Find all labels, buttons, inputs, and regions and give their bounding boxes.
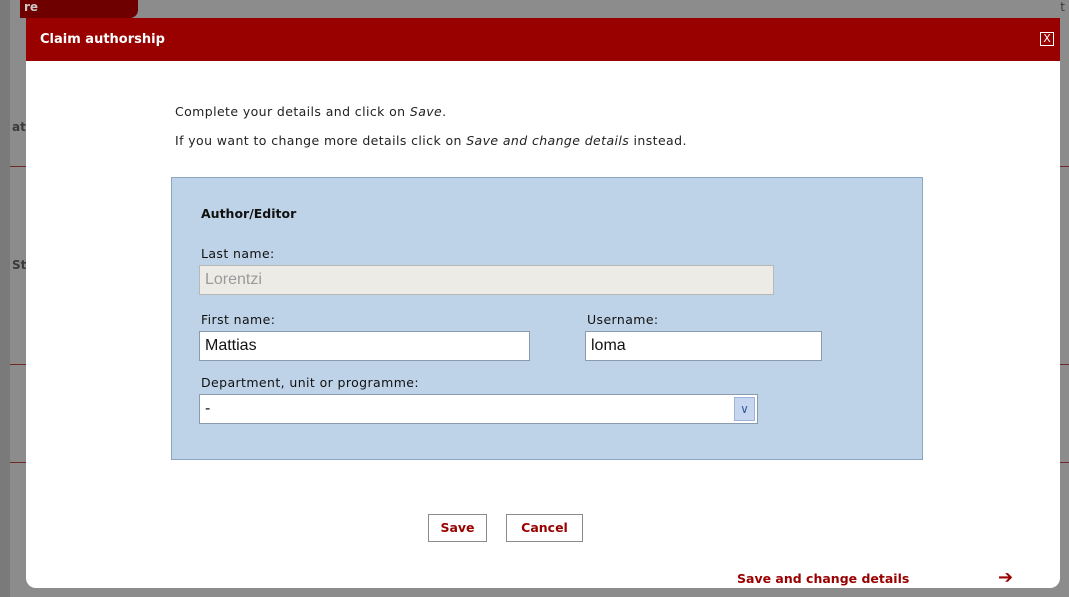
dialog-titlebar: Claim authorship X <box>26 18 1060 61</box>
claim-authorship-dialog: Claim authorship X Complete your details… <box>26 18 1060 588</box>
cancel-button[interactable]: Cancel <box>506 514 583 542</box>
background-top-text: t <box>1060 0 1065 14</box>
background-tab: re <box>20 0 138 18</box>
background-side-text: at <box>12 120 26 134</box>
last-name-field: Lorentzi <box>199 265 774 295</box>
first-name-label: First name: <box>201 312 276 327</box>
intro-text-line-2: If you want to change more details click… <box>175 133 687 148</box>
username-label: Username: <box>587 312 659 327</box>
close-icon[interactable]: X <box>1040 32 1054 46</box>
last-name-label: Last name: <box>201 246 275 261</box>
save-and-change-details-link[interactable]: Save and change details <box>737 571 909 586</box>
background-side-text: St <box>12 258 27 272</box>
intro-text-line-1: Complete your details and click on Save. <box>175 104 447 119</box>
arrow-right-icon[interactable]: ➔ <box>998 567 1013 588</box>
first-name-field[interactable]: Mattias <box>199 331 530 361</box>
panel-heading: Author/Editor <box>201 206 297 221</box>
save-button[interactable]: Save <box>428 514 487 542</box>
department-select-value: - <box>205 400 211 417</box>
chevron-down-icon[interactable]: ∨ <box>734 397 755 421</box>
author-editor-panel: Author/Editor Last name: Lorentzi First … <box>171 177 923 460</box>
department-label: Department, unit or programme: <box>201 375 419 390</box>
department-select[interactable]: - ∨ <box>199 394 758 424</box>
username-field[interactable]: loma <box>585 331 822 361</box>
dialog-title: Claim authorship <box>40 32 165 47</box>
